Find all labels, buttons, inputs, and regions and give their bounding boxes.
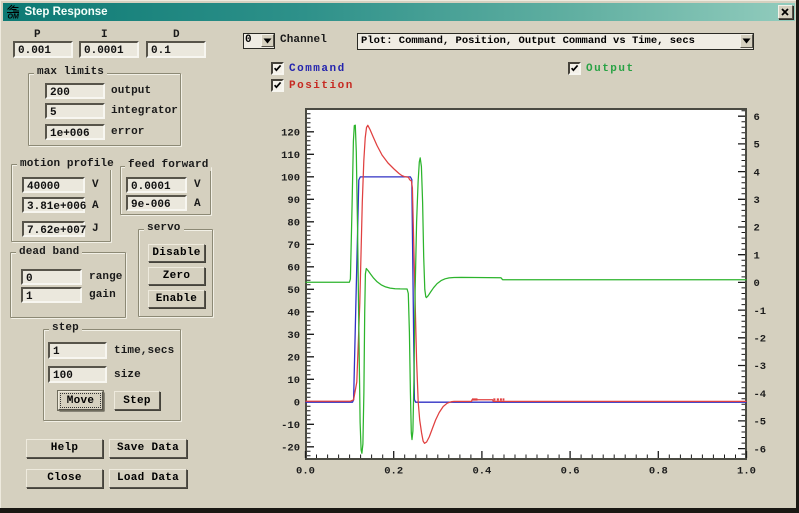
svg-text:20: 20 (287, 353, 300, 365)
svg-text:3: 3 (754, 195, 760, 207)
svg-text:110: 110 (281, 150, 300, 162)
svg-text:1.0: 1.0 (737, 466, 756, 478)
svg-text:80: 80 (287, 218, 300, 230)
svg-text:0.6: 0.6 (561, 466, 580, 478)
svg-text:-1: -1 (754, 306, 767, 318)
svg-text:-20: -20 (281, 443, 300, 455)
svg-text:4: 4 (754, 167, 760, 179)
svg-text:0.2: 0.2 (384, 466, 403, 478)
svg-text:0.0: 0.0 (296, 466, 315, 478)
svg-text:-4: -4 (754, 389, 767, 401)
svg-text:-10: -10 (281, 420, 300, 432)
svg-text:30: 30 (287, 330, 300, 342)
svg-text:-6: -6 (754, 444, 767, 456)
svg-text:0: 0 (294, 398, 300, 410)
svg-text:40: 40 (287, 308, 300, 320)
svg-text:60: 60 (287, 263, 300, 275)
svg-text:90: 90 (287, 195, 300, 207)
svg-text:120: 120 (281, 128, 300, 140)
svg-text:10: 10 (287, 375, 300, 387)
svg-text:0.4: 0.4 (472, 466, 491, 478)
svg-text:5: 5 (754, 140, 760, 152)
svg-text:100: 100 (281, 173, 300, 185)
svg-text:70: 70 (287, 240, 300, 252)
svg-text:1: 1 (754, 250, 760, 262)
svg-text:2: 2 (754, 223, 760, 235)
svg-text:-5: -5 (754, 417, 767, 429)
svg-text:-3: -3 (754, 361, 767, 373)
svg-text:6: 6 (754, 112, 760, 124)
svg-text:0.8: 0.8 (649, 466, 668, 478)
svg-text:50: 50 (287, 285, 300, 297)
svg-text:-2: -2 (754, 334, 767, 346)
svg-text:0: 0 (754, 278, 760, 290)
